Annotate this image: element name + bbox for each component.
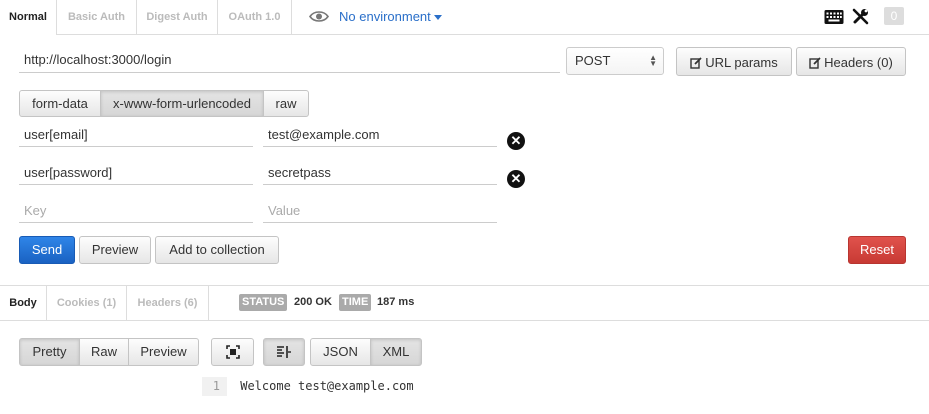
reset-button[interactable]: Reset: [848, 236, 906, 264]
wrap-lines-button[interactable]: [263, 338, 305, 366]
preview-mode-button[interactable]: Preview: [128, 338, 199, 366]
tab-response-headers[interactable]: Headers (6): [127, 285, 209, 321]
tab-response-cookies[interactable]: Cookies (1): [47, 285, 127, 321]
time-pill: TIME: [339, 294, 372, 311]
eye-icon: [309, 11, 329, 22]
remove-param-icon[interactable]: ✕: [507, 170, 525, 188]
new-key-input[interactable]: [19, 199, 253, 223]
tab-response-body[interactable]: Body: [0, 285, 47, 321]
param-key-input[interactable]: [19, 161, 253, 185]
status-value: 200 OK: [294, 296, 332, 308]
remove-param-icon[interactable]: ✕: [507, 132, 525, 150]
headers-label: Headers (0): [824, 55, 893, 71]
response-body: 1 Welcome test@example.com: [202, 377, 414, 399]
keyboard-icon[interactable]: [824, 7, 844, 27]
response-line: Welcome test@example.com: [240, 379, 414, 393]
add-to-collection-button[interactable]: Add to collection: [155, 236, 279, 264]
fullscreen-icon: [225, 345, 240, 359]
send-button[interactable]: Send: [19, 236, 75, 264]
select-arrows-icon: ▲ ▼: [649, 53, 657, 68]
xml-button[interactable]: XML: [370, 338, 422, 366]
new-value-input[interactable]: [263, 199, 497, 223]
tab-oauth[interactable]: OAuth 1.0: [218, 0, 292, 35]
line-number: 1: [202, 377, 227, 396]
wrap-lines-icon: [277, 346, 291, 358]
time-value: 187 ms: [377, 296, 415, 308]
environment-label: No environment: [339, 9, 431, 24]
tab-basic-auth[interactable]: Basic Auth: [57, 0, 137, 35]
preview-button[interactable]: Preview: [79, 236, 151, 264]
tab-digest-auth[interactable]: Digest Auth: [137, 0, 218, 35]
edit-icon: [809, 56, 821, 69]
status-pill: STATUS: [239, 294, 288, 311]
tab-raw[interactable]: raw: [263, 90, 309, 117]
url-params-button[interactable]: URL params: [676, 47, 792, 76]
pretty-button[interactable]: Pretty: [19, 338, 80, 366]
method-value: POST: [575, 53, 611, 68]
tab-form-data[interactable]: form-data: [19, 90, 101, 117]
environment-selector[interactable]: No environment: [339, 0, 442, 33]
fullscreen-button[interactable]: [211, 338, 254, 366]
param-value-input[interactable]: [263, 161, 497, 185]
chevron-down-icon: [433, 15, 442, 21]
json-button[interactable]: JSON: [310, 338, 371, 366]
raw-button[interactable]: Raw: [79, 338, 129, 366]
param-key-input[interactable]: [19, 123, 253, 147]
url-input[interactable]: [19, 46, 560, 73]
tab-x-www-form-urlencoded[interactable]: x-www-form-urlencoded: [100, 90, 264, 117]
notification-badge[interactable]: 0: [884, 7, 904, 25]
headers-button[interactable]: Headers (0): [796, 47, 906, 76]
url-params-label: URL params: [705, 55, 778, 71]
edit-icon: [690, 56, 702, 69]
param-value-input[interactable]: [263, 123, 497, 147]
tab-normal[interactable]: Normal: [0, 0, 57, 35]
method-select[interactable]: POST ▲ ▼: [566, 47, 664, 75]
wrench-icon[interactable]: [852, 6, 870, 26]
